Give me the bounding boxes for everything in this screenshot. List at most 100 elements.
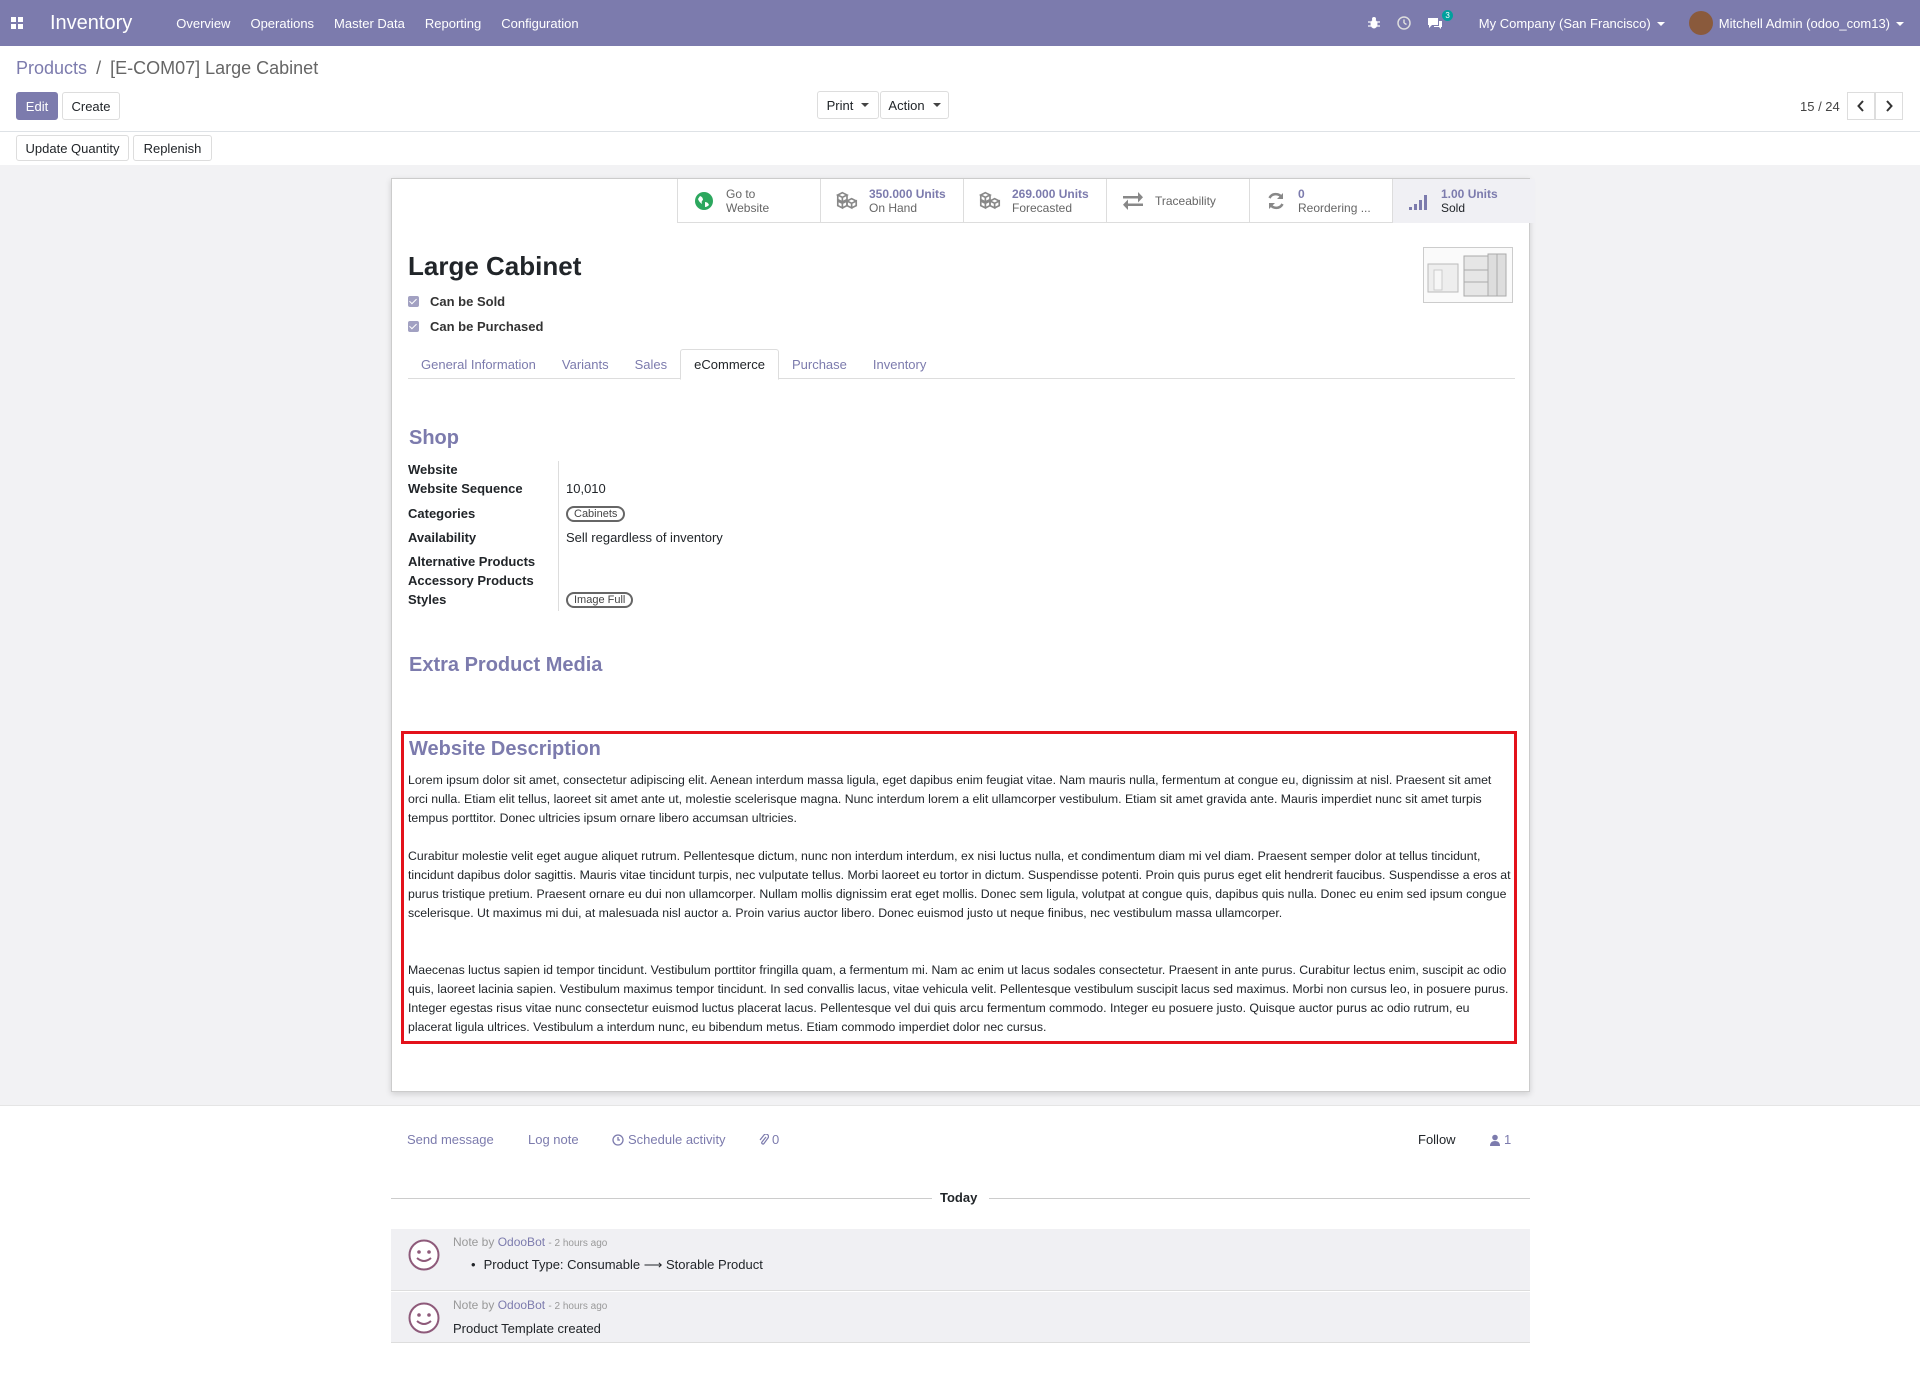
message-time: - 2 hours ago — [548, 1238, 608, 1249]
checkbox-checked-icon[interactable] — [408, 321, 419, 332]
debug-bug-icon[interactable] — [1367, 16, 1381, 30]
caret-down-icon — [1896, 22, 1904, 27]
can-be-sold-checkbox[interactable]: Can be Sold — [408, 294, 505, 309]
website-description-title: Website Description — [409, 738, 601, 760]
reordering-rules-button[interactable]: 0 Reordering ... — [1249, 179, 1392, 223]
messaging-icon[interactable]: 3 — [1427, 10, 1453, 30]
chevron-left-icon — [1857, 100, 1864, 112]
forecasted-button[interactable]: 269.000 Units Forecasted — [963, 179, 1106, 223]
user-icon — [1490, 1134, 1500, 1146]
tab-sales[interactable]: Sales — [622, 349, 681, 379]
user-menu[interactable]: Mitchell Admin (odoo_com13) — [1719, 16, 1904, 31]
top-navbar: Inventory Overview Operations Master Dat… — [0, 0, 1920, 46]
action-dropdown[interactable]: Action — [880, 91, 949, 119]
breadcrumb-products-link[interactable]: Products — [16, 58, 87, 78]
traceability-button[interactable]: Traceability — [1106, 179, 1249, 223]
go-to-label: Go to — [726, 187, 756, 201]
on-hand-button[interactable]: 350.000 Units On Hand — [820, 179, 963, 223]
pager-previous-button[interactable] — [1847, 92, 1875, 120]
website-sequence-value: 10,010 — [566, 481, 606, 496]
bullet: • — [471, 1257, 476, 1272]
caret-down-icon — [932, 103, 941, 107]
breadcrumb: Products / [E-COM07] Large Cabinet — [16, 58, 318, 79]
sold-label: Sold — [1441, 201, 1466, 215]
website-sequence-label: Website Sequence — [408, 481, 523, 496]
date-separator: Today — [940, 1190, 978, 1205]
menu-operations[interactable]: Operations — [250, 16, 314, 31]
cubes-icon — [978, 189, 1002, 213]
description-paragraph[interactable]: Maecenas luctus sapien id tempor tincidu… — [408, 961, 1511, 1037]
field-divider — [558, 461, 559, 611]
tab-general-information[interactable]: General Information — [408, 349, 549, 379]
create-button[interactable]: Create — [62, 92, 120, 120]
print-dropdown[interactable]: Print — [817, 91, 879, 119]
website-label: Website — [726, 201, 770, 215]
accessory-products-label: Accessory Products — [408, 573, 534, 588]
message-text: Product Type: Consumable ⟶ Storable Prod… — [483, 1257, 763, 1272]
can-be-purchased-checkbox[interactable]: Can be Purchased — [408, 319, 543, 334]
attachments-button[interactable]: 0 — [759, 1132, 779, 1147]
attachments-count: 0 — [772, 1132, 780, 1147]
action-label: Action — [888, 97, 925, 113]
paperclip-icon — [759, 1133, 769, 1145]
user-name: Mitchell Admin (odoo_com13) — [1718, 15, 1890, 31]
exchange-icon — [1121, 189, 1145, 213]
style-tag-image-full[interactable]: Image Full — [566, 592, 634, 608]
go-to-website-button[interactable]: Go to Website — [677, 179, 820, 223]
pager-value[interactable]: 15 / 24 — [1800, 99, 1840, 114]
followers-button[interactable]: 1 — [1490, 1132, 1511, 1147]
send-message-button[interactable]: Send message — [407, 1132, 494, 1147]
schedule-activity-button[interactable]: Schedule activity — [612, 1132, 726, 1147]
menu-reporting[interactable]: Reporting — [425, 16, 481, 31]
alternative-products-label: Alternative Products — [408, 554, 536, 569]
message-author[interactable]: OdooBot — [498, 1235, 545, 1249]
checkbox-checked-icon[interactable] — [408, 296, 419, 307]
traceability-label: Traceability — [1155, 194, 1216, 208]
availability-label: Availability — [408, 530, 477, 545]
forecasted-value: 269.000 Units — [1012, 187, 1089, 201]
shop-section-title: Shop — [409, 427, 459, 449]
activity-clock-icon[interactable] — [1397, 16, 1411, 30]
chatter-message: Note by OdooBot - 2 hours ago Product Te… — [391, 1292, 1530, 1343]
breadcrumb-current: [E-COM07] Large Cabinet — [110, 58, 319, 78]
edit-button[interactable]: Edit — [16, 92, 58, 120]
chatter-divider — [0, 1105, 1920, 1106]
chevron-right-icon — [1886, 100, 1893, 112]
message-header: Note by OdooBot - 2 hours ago — [453, 1235, 607, 1249]
message-author[interactable]: OdooBot — [498, 1298, 545, 1312]
can-be-purchased-label: Can be Purchased — [430, 319, 544, 334]
log-note-button[interactable]: Log note — [528, 1132, 579, 1147]
message-text: Product Template created — [453, 1321, 601, 1336]
company-switcher[interactable]: My Company (San Francisco) — [1479, 16, 1665, 31]
website-field-label: Website — [408, 462, 458, 477]
caret-down-icon — [1656, 22, 1665, 27]
follow-button[interactable]: Follow — [1418, 1132, 1456, 1147]
pager-next-button[interactable] — [1875, 92, 1903, 120]
replenish-button[interactable]: Replenish — [133, 135, 212, 161]
description-paragraph[interactable]: Curabitur molestie velit eget augue aliq… — [408, 847, 1511, 923]
styles-label: Styles — [408, 592, 447, 607]
menu-overview[interactable]: Overview — [176, 16, 230, 31]
user-avatar[interactable] — [1688, 11, 1713, 35]
product-image[interactable] — [1423, 247, 1513, 303]
odoobot-avatar — [408, 1302, 440, 1334]
menu-configuration[interactable]: Configuration — [501, 16, 578, 31]
category-tag-cabinets[interactable]: Cabinets — [566, 506, 626, 522]
sold-button[interactable]: 1.00 Units Sold — [1392, 179, 1535, 223]
chatter-message: Note by OdooBot - 2 hours ago • Product T… — [391, 1229, 1530, 1291]
tab-variants[interactable]: Variants — [549, 349, 622, 379]
messages-count-badge: 3 — [1442, 10, 1453, 21]
update-quantity-button[interactable]: Update Quantity — [16, 135, 129, 161]
product-name: Large Cabinet — [408, 251, 582, 281]
reordering-value: 0 — [1298, 187, 1305, 201]
tab-ecommerce[interactable]: eCommerce — [680, 349, 779, 380]
apps-menu-icon[interactable] — [2, 0, 34, 46]
tab-purchase[interactable]: Purchase — [779, 349, 860, 379]
menu-master-data[interactable]: Master Data — [334, 16, 405, 31]
tab-inventory[interactable]: Inventory — [860, 349, 939, 379]
message-type: Note by — [453, 1298, 495, 1312]
app-name[interactable]: Inventory — [50, 12, 132, 35]
description-paragraph[interactable]: Lorem ipsum dolor sit amet, consectetur … — [408, 771, 1511, 828]
message-type: Note by — [453, 1235, 495, 1249]
date-separator-line — [391, 1198, 932, 1199]
